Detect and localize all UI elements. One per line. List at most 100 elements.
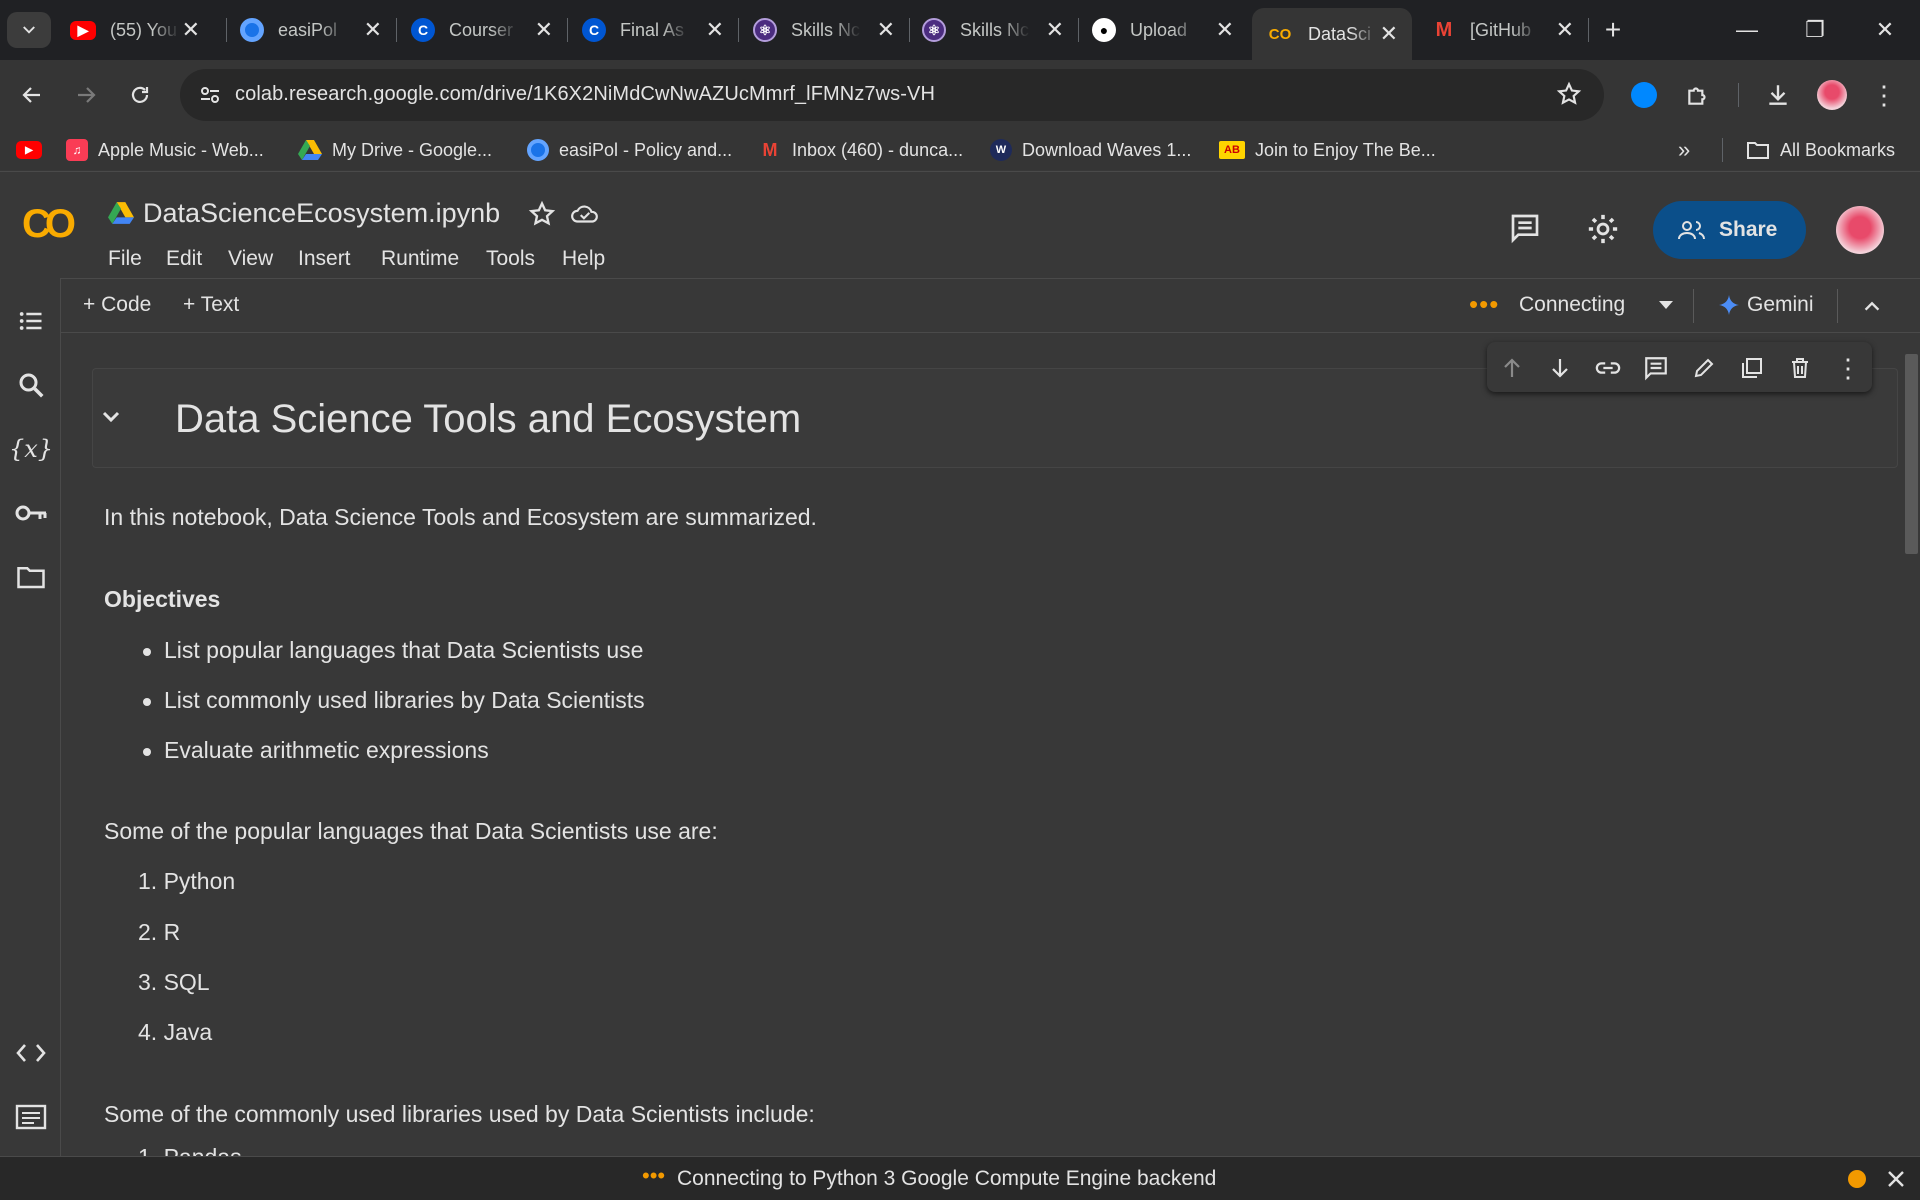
runtime-status[interactable]: Connecting bbox=[1519, 293, 1625, 317]
address-bar[interactable]: colab.research.google.com/drive/1K6X2NiM… bbox=[180, 69, 1604, 121]
bookmark-easipol[interactable]: easiPol - Policy and... bbox=[527, 136, 732, 164]
browser-tab-skills-network-2[interactable]: ⚛ Skills Nc ✕ bbox=[908, 10, 1078, 50]
status-message: Connecting to Python 3 Google Compute En… bbox=[677, 1167, 1217, 1190]
browser-tab-skills-network[interactable]: ⚛ Skills Nc ✕ bbox=[739, 10, 909, 50]
content-scrollbar[interactable] bbox=[1902, 334, 1920, 1156]
close-icon[interactable]: ✕ bbox=[182, 18, 200, 42]
shazam-extension-button[interactable] bbox=[1624, 75, 1664, 115]
forward-button[interactable] bbox=[66, 75, 106, 115]
bookmark-youtube[interactable]: ▶ bbox=[16, 136, 52, 164]
menu-view[interactable]: View bbox=[228, 247, 273, 271]
close-icon[interactable]: ✕ bbox=[1556, 18, 1574, 42]
close-icon[interactable]: ✕ bbox=[877, 18, 895, 42]
menu-tools[interactable]: Tools bbox=[486, 247, 535, 271]
browser-tab-gmail[interactable]: M [GitHub ✕ bbox=[1418, 10, 1588, 50]
comments-button[interactable] bbox=[1508, 212, 1542, 244]
bookmark-label: Join to Enjoy The Be... bbox=[1255, 139, 1436, 160]
menu-file[interactable]: File bbox=[108, 247, 142, 271]
browser-tab-colab-active[interactable]: CO DataSci ✕ bbox=[1252, 8, 1412, 60]
bookmark-star-icon[interactable] bbox=[1556, 81, 1582, 107]
new-tab-button[interactable]: + bbox=[1588, 10, 1638, 50]
avatar[interactable] bbox=[1836, 206, 1884, 254]
cloud-status-icon[interactable] bbox=[570, 200, 600, 228]
bookmark-waves[interactable]: W Download Waves 1... bbox=[990, 136, 1191, 164]
bullet-marker bbox=[143, 698, 151, 706]
collapse-header-button[interactable] bbox=[1861, 295, 1883, 317]
close-status-button[interactable] bbox=[1886, 1169, 1906, 1189]
browser-tab-strip: ▶ (55) You ✕ easiPol ✕ C Courser ✕ C Fin… bbox=[0, 0, 1920, 60]
settings-button[interactable] bbox=[1586, 212, 1620, 246]
copy-link-button[interactable] bbox=[1595, 355, 1621, 381]
profile-button[interactable] bbox=[1812, 75, 1852, 115]
code-snippets-button[interactable] bbox=[12, 1034, 50, 1072]
toolbar-divider bbox=[1837, 289, 1838, 323]
browser-tab-coursera[interactable]: C Courser ✕ bbox=[397, 10, 567, 50]
close-icon[interactable]: ✕ bbox=[1216, 18, 1234, 42]
extensions-button[interactable] bbox=[1678, 75, 1718, 115]
bookmark-google-drive[interactable]: My Drive - Google... bbox=[298, 136, 492, 164]
language-item: 4. Java bbox=[138, 1019, 213, 1045]
star-icon[interactable] bbox=[528, 200, 556, 228]
move-cell-down-button[interactable] bbox=[1547, 355, 1573, 381]
close-icon[interactable]: ✕ bbox=[706, 18, 724, 42]
colab-logo[interactable]: CO bbox=[22, 202, 76, 247]
minimize-button[interactable]: — bbox=[1722, 10, 1772, 50]
reload-button[interactable] bbox=[120, 75, 160, 115]
bookmark-apple-music[interactable]: ♫ Apple Music - Web... bbox=[66, 136, 264, 164]
comment-icon bbox=[1511, 214, 1539, 244]
add-text-cell-button[interactable]: + Text bbox=[183, 293, 239, 317]
more-bookmarks-button[interactable]: » bbox=[1678, 136, 1690, 164]
objective-item: List commonly used libraries by Data Sci… bbox=[164, 687, 645, 713]
site-info-icon[interactable] bbox=[198, 83, 222, 107]
google-drive-icon bbox=[108, 202, 134, 224]
close-window-button[interactable]: ✕ bbox=[1860, 10, 1910, 50]
gemini-button[interactable]: Gemini bbox=[1719, 293, 1814, 317]
back-button[interactable] bbox=[12, 75, 52, 115]
close-icon[interactable]: ✕ bbox=[1380, 22, 1398, 46]
tab-search-button[interactable] bbox=[7, 12, 51, 48]
menu-edit[interactable]: Edit bbox=[166, 247, 202, 271]
find-replace-button[interactable] bbox=[12, 366, 50, 404]
add-code-cell-button[interactable]: + Code bbox=[83, 293, 151, 317]
library-item: 1. Pandas bbox=[138, 1144, 242, 1156]
variables-button[interactable]: {𝑥} bbox=[9, 430, 53, 468]
tab-title: Final As bbox=[620, 19, 685, 40]
delete-cell-button[interactable] bbox=[1787, 355, 1813, 381]
downloads-button[interactable] bbox=[1758, 75, 1798, 115]
scrollbar-thumb[interactable] bbox=[1905, 354, 1918, 554]
close-icon[interactable]: ✕ bbox=[1046, 18, 1064, 42]
menu-help[interactable]: Help bbox=[562, 247, 605, 271]
terminal-button[interactable] bbox=[12, 1098, 50, 1136]
add-comment-button[interactable] bbox=[1643, 355, 1669, 381]
notebook-title[interactable]: DataScienceEcosystem.ipynb bbox=[143, 198, 500, 229]
browser-tab-youtube[interactable]: ▶ (55) You ✕ bbox=[56, 10, 214, 50]
secrets-button[interactable] bbox=[12, 494, 50, 532]
all-bookmarks-button[interactable]: All Bookmarks bbox=[1746, 136, 1895, 164]
bookmark-join[interactable]: AB Join to Enjoy The Be... bbox=[1219, 136, 1436, 164]
chrome-menu-button[interactable]: ⋮ bbox=[1864, 75, 1904, 115]
browser-tab-github-upload[interactable]: ● Upload ✕ bbox=[1078, 10, 1248, 50]
close-icon[interactable]: ✕ bbox=[535, 18, 553, 42]
tab-title: Courser bbox=[449, 19, 514, 40]
easipol-icon bbox=[527, 139, 549, 161]
ab-icon: AB bbox=[1219, 141, 1245, 159]
mirror-cell-button[interactable] bbox=[1739, 355, 1765, 381]
menu-insert[interactable]: Insert bbox=[298, 247, 351, 271]
share-button[interactable]: Share bbox=[1653, 201, 1806, 259]
table-of-contents-button[interactable] bbox=[12, 302, 50, 340]
close-icon[interactable]: ✕ bbox=[364, 18, 382, 42]
key-icon bbox=[15, 505, 47, 521]
collapse-section-button[interactable] bbox=[99, 405, 123, 429]
restore-button[interactable]: ❐ bbox=[1790, 10, 1840, 50]
move-cell-up-button[interactable] bbox=[1499, 355, 1525, 381]
more-cell-actions-button[interactable]: ⋮ bbox=[1835, 353, 1861, 383]
menu-runtime[interactable]: Runtime bbox=[381, 247, 459, 271]
puzzle-icon bbox=[1688, 87, 1706, 105]
files-button[interactable] bbox=[12, 558, 50, 596]
browser-tab-final-assignment[interactable]: C Final As ✕ bbox=[568, 10, 738, 50]
bookmark-gmail-inbox[interactable]: M Inbox (460) - dunca... bbox=[758, 136, 964, 164]
browser-tab-easipol[interactable]: easiPol ✕ bbox=[226, 10, 396, 50]
runtime-dropdown-button[interactable] bbox=[1657, 299, 1675, 311]
connecting-dots-icon: ••• bbox=[1469, 289, 1500, 319]
edit-cell-button[interactable] bbox=[1691, 355, 1717, 381]
